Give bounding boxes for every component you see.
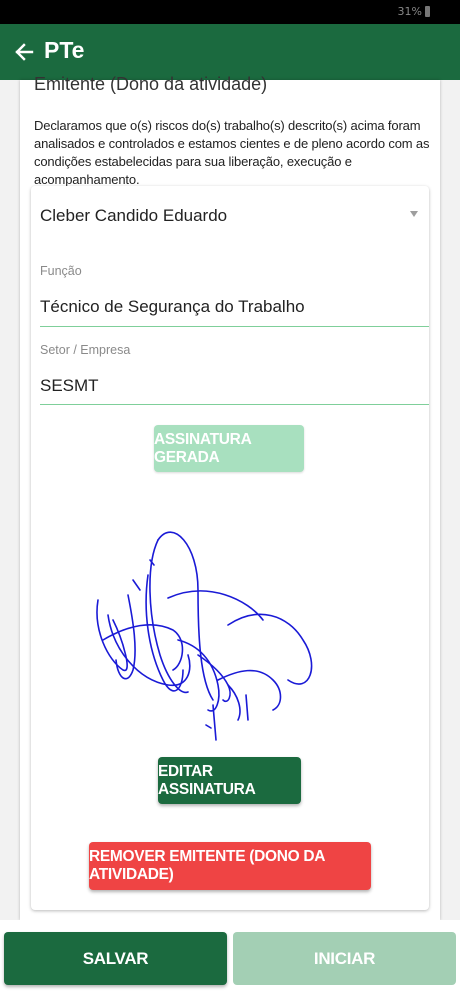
section-title: Emitente (Dono da atividade) — [34, 74, 268, 94]
signature-image — [96, 531, 313, 741]
funcao-field[interactable]: Função Técnico de Segurança do Trabalho — [40, 264, 429, 328]
save-button[interactable]: SALVAR — [4, 932, 227, 985]
emitter-name: Cleber Candido Eduardo — [40, 206, 228, 225]
funcao-underline — [40, 326, 429, 327]
setor-underline — [40, 404, 429, 405]
back-button[interactable] — [8, 36, 40, 68]
edit-signature-button[interactable]: EDITAR ASSINATURA — [158, 757, 301, 804]
declaration-text: Declaramos que o(s) riscos do(s) trabalh… — [34, 118, 430, 187]
setor-value: SESMT — [40, 376, 99, 395]
battery-icon — [425, 6, 430, 17]
remove-emitter-button[interactable]: REMOVER EMITENTE (DONO DA ATIVIDADE) — [89, 842, 371, 890]
battery-level: 31% — [397, 5, 422, 18]
app-bar: PTe — [0, 24, 460, 80]
page-title: PTe — [44, 37, 85, 63]
setor-field[interactable]: Setor / Empresa SESMT — [40, 343, 429, 407]
funcao-label: Função — [40, 264, 82, 278]
status-bar: 31% — [0, 0, 460, 24]
dropdown-arrow-icon — [410, 211, 418, 217]
funcao-value: Técnico de Segurança do Trabalho — [40, 297, 305, 316]
arrow-left-icon — [15, 43, 34, 61]
signature-generated-button[interactable]: ASSINATURA GERADA — [154, 425, 304, 472]
emitter-select[interactable]: Cleber Candido Eduardo — [40, 204, 428, 230]
start-button[interactable]: INICIAR — [233, 932, 456, 985]
setor-label: Setor / Empresa — [40, 343, 131, 357]
